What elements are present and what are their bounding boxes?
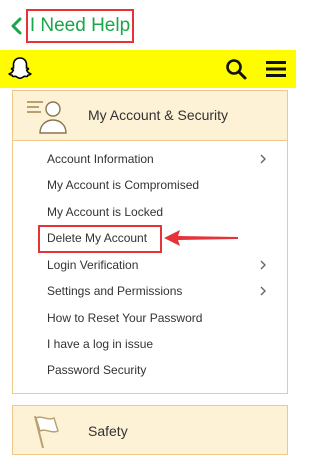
list-item-settings-permissions[interactable]: Settings and Permissions <box>47 281 277 301</box>
nav-bar <box>0 50 296 88</box>
account-security-title: My Account & Security <box>88 107 229 123</box>
list-item-label: Account Information <box>47 152 154 166</box>
flag-icon <box>34 415 59 449</box>
annotation-arrow-icon <box>164 230 238 246</box>
chevron-right-icon <box>260 154 266 164</box>
list-item-login-issue[interactable]: I have a log in issue <box>47 334 277 354</box>
list-item-label: My Account is Locked <box>47 205 164 219</box>
safety-title: Safety <box>88 423 128 439</box>
list-item-label: Login Verification <box>47 258 139 272</box>
list-item-label: My Account is Compromised <box>47 178 200 192</box>
page-title: I Need Help <box>29 15 131 36</box>
account-security-header[interactable]: My Account & Security <box>13 91 287 141</box>
list-item-account-locked[interactable]: My Account is Locked <box>47 202 277 222</box>
chevron-left-icon[interactable] <box>8 17 26 35</box>
top-bar: I Need Help <box>0 0 296 50</box>
list-item-password-security[interactable]: Password Security <box>47 360 277 380</box>
account-person-icon <box>27 101 67 134</box>
delete-account-highlight-box <box>38 225 162 253</box>
back-button[interactable]: I Need Help <box>2 9 134 43</box>
list-item-label: Settings and Permissions <box>47 284 183 298</box>
list-item-account-compromised[interactable]: My Account is Compromised <box>47 175 277 195</box>
hamburger-menu-icon[interactable] <box>264 58 288 80</box>
list-item-login-verification[interactable]: Login Verification <box>47 255 277 275</box>
chevron-right-icon <box>260 260 266 270</box>
list-item-label: I have a log in issue <box>47 337 154 351</box>
list-item-label: How to Reset Your Password <box>47 311 203 325</box>
list-item-reset-password[interactable]: How to Reset Your Password <box>47 308 277 328</box>
list-item-label: Password Security <box>47 363 147 377</box>
search-icon[interactable] <box>224 57 248 81</box>
snapchat-ghost-icon[interactable] <box>6 55 34 83</box>
safety-card[interactable]: Safety <box>12 405 288 455</box>
title-highlight-box: I Need Help <box>26 9 134 43</box>
chevron-right-icon <box>260 286 266 296</box>
list-item-account-information[interactable]: Account Information <box>47 149 277 169</box>
